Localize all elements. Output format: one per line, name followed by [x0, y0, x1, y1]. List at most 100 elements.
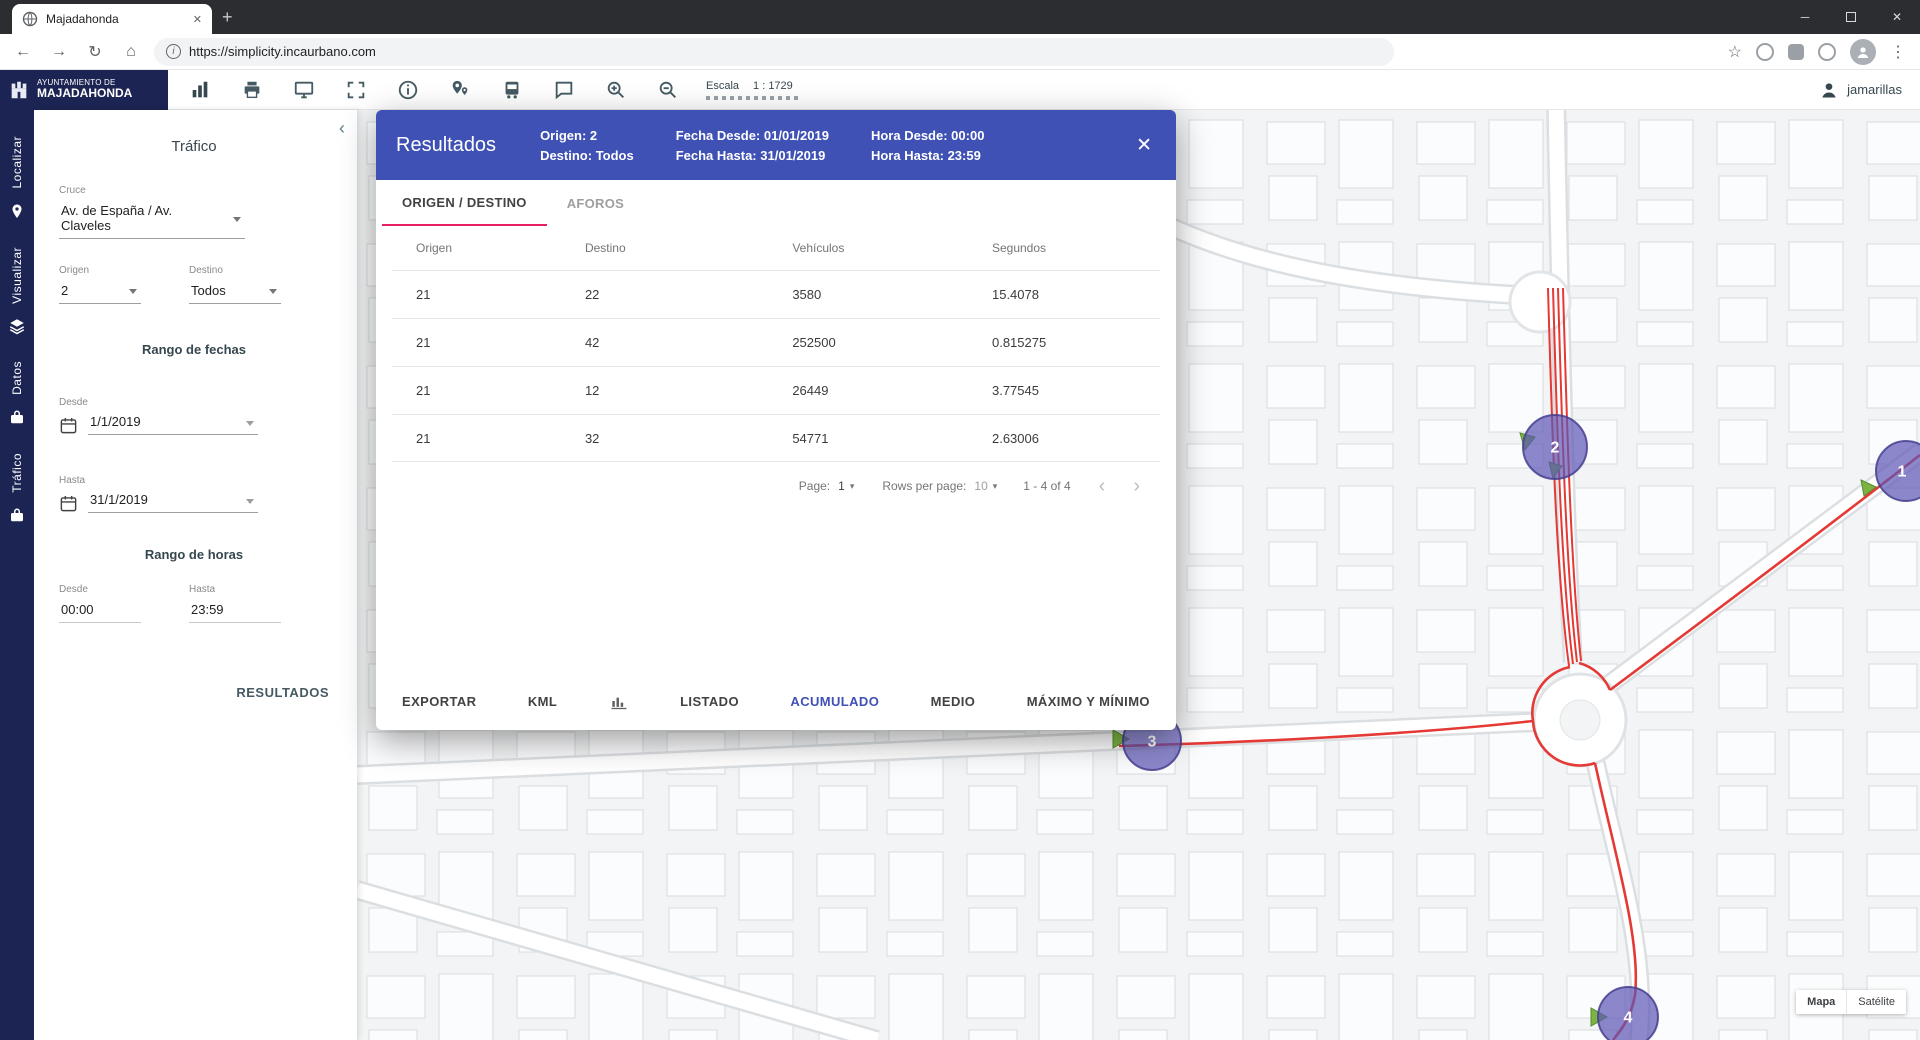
- fecha-hasta-label: Hasta: [59, 475, 329, 486]
- table-row[interactable]: 21422525000.815275: [392, 318, 1160, 366]
- map-pins-icon[interactable]: [448, 78, 472, 102]
- table-row[interactable]: 2112264493.77545: [392, 366, 1160, 414]
- toolbar: [188, 78, 680, 102]
- panel-collapse-icon[interactable]: ‹: [339, 118, 345, 139]
- scale-bar: [706, 96, 798, 100]
- browser-menu-icon[interactable]: ⋮: [1890, 42, 1906, 62]
- kml-button[interactable]: KML: [528, 694, 557, 709]
- window-maximize-button[interactable]: [1828, 0, 1874, 34]
- svg-text:2: 2: [1551, 440, 1560, 457]
- chevron-down-icon: ▾: [850, 481, 855, 492]
- user-menu[interactable]: jamarillas: [1819, 80, 1902, 100]
- origen-select[interactable]: 2: [59, 279, 141, 304]
- hora-hasta-input[interactable]: 23:59: [189, 598, 281, 623]
- rows-per-page-select[interactable]: 10 ▾: [974, 479, 997, 493]
- prev-page-icon[interactable]: ‹: [1099, 476, 1106, 496]
- fullscreen-icon[interactable]: [344, 78, 368, 102]
- extension-icon-1[interactable]: [1756, 43, 1774, 61]
- modal-actions: EXPORTAR KML LISTADO ACUMULADO MEDIO MÁX…: [376, 672, 1176, 730]
- calendar-icon[interactable]: [59, 494, 78, 513]
- scale-indicator: Escala 1 : 1729: [706, 80, 798, 100]
- exportar-button[interactable]: EXPORTAR: [402, 694, 476, 709]
- site-favicon-icon: [22, 11, 38, 27]
- hora-desde-label: Desde: [59, 584, 141, 595]
- satellite-button[interactable]: Satélite: [1847, 990, 1906, 1014]
- print-icon[interactable]: [240, 78, 264, 102]
- acumulado-button[interactable]: ACUMULADO: [790, 694, 879, 709]
- fecha-desde-label: Desde: [59, 397, 329, 408]
- table-row[interactable]: 2122358015.4078: [392, 270, 1160, 318]
- extension-icon-3[interactable]: [1818, 43, 1836, 61]
- scale-label: Escala: [706, 80, 739, 92]
- sidebar-item-visualizar[interactable]: Visualizar: [10, 247, 24, 304]
- info-icon[interactable]: [396, 78, 420, 102]
- marker-2[interactable]: 2: [1523, 415, 1587, 479]
- page-select[interactable]: 1 ▾: [838, 479, 854, 493]
- fecha-hasta-input[interactable]: 31/1/2019: [88, 489, 258, 513]
- back-icon[interactable]: ←: [10, 43, 36, 61]
- window-minimize-button[interactable]: ─: [1782, 0, 1828, 34]
- app-logo[interactable]: AYUNTAMIENTO DE MAJADAHONDA: [0, 70, 168, 110]
- next-page-icon[interactable]: ›: [1133, 476, 1140, 496]
- sidebar-item-trafico[interactable]: Tráfico: [10, 453, 24, 493]
- cruce-label: Cruce: [59, 185, 245, 196]
- main-area: Localizar Visualizar Datos Tráfico ‹ Trá…: [0, 110, 1920, 1040]
- url-input[interactable]: i https://simplicity.incaurbano.com: [154, 38, 1394, 66]
- tab-title: Majadahonda: [46, 12, 185, 26]
- page-label: Page:: [799, 479, 830, 493]
- cruce-select[interactable]: Av. de España / Av. Claveles: [59, 199, 245, 239]
- chart-view-icon[interactable]: [609, 691, 629, 711]
- layers-icon[interactable]: [8, 317, 26, 335]
- pagination: Page: 1 ▾ Rows per page: 10 ▾ 1 - 4 of 4…: [376, 476, 1176, 496]
- marker-4[interactable]: 4: [1598, 987, 1658, 1040]
- roundabout-center: [1560, 700, 1600, 740]
- resultados-button[interactable]: RESULTADOS: [59, 685, 329, 700]
- bus-icon[interactable]: [500, 78, 524, 102]
- range-text: 1 - 4 of 4: [1023, 479, 1070, 493]
- calendar-icon[interactable]: [59, 416, 78, 435]
- app-header: AYUNTAMIENTO DE MAJADAHONDA: [0, 70, 1920, 110]
- briefcase-icon[interactable]: [8, 409, 26, 427]
- new-tab-button[interactable]: +: [222, 7, 233, 28]
- pin-icon[interactable]: [8, 203, 26, 221]
- browser-tab[interactable]: Majadahonda ✕: [12, 4, 212, 34]
- chat-icon[interactable]: [552, 78, 576, 102]
- extension-icon-2[interactable]: [1788, 44, 1804, 60]
- destino-select[interactable]: Todos: [189, 279, 281, 304]
- reload-icon[interactable]: ↻: [82, 42, 108, 62]
- maximo-minimo-button[interactable]: MÁXIMO Y MÍNIMO: [1027, 694, 1150, 709]
- chart-tool-icon[interactable]: [188, 78, 212, 102]
- sidebar-item-localizar[interactable]: Localizar: [10, 136, 24, 189]
- user-name: jamarillas: [1847, 82, 1902, 97]
- zoom-out-icon[interactable]: [656, 78, 680, 102]
- map-button[interactable]: Mapa: [1796, 990, 1847, 1014]
- fechas-section-title: Rango de fechas: [59, 342, 329, 357]
- tab-close-icon[interactable]: ✕: [193, 13, 202, 26]
- trafico-panel: ‹ Tráfico Cruce Av. de España / Av. Clav…: [34, 110, 357, 1040]
- bookmark-star-icon[interactable]: ☆: [1728, 42, 1742, 62]
- crest-icon: [8, 79, 30, 101]
- svg-text:4: 4: [1624, 1010, 1633, 1027]
- zoom-in-icon[interactable]: [604, 78, 628, 102]
- tab-aforos[interactable]: AFOROS: [547, 180, 644, 226]
- site-info-icon[interactable]: i: [166, 44, 181, 59]
- forward-icon[interactable]: →: [46, 43, 72, 61]
- fecha-desde-input[interactable]: 1/1/2019: [88, 411, 258, 435]
- hora-desde-input[interactable]: 00:00: [59, 598, 141, 623]
- close-icon[interactable]: ✕: [1132, 130, 1156, 161]
- window-close-button[interactable]: ✕: [1874, 0, 1920, 34]
- modal-info: Origen: 2 Destino: Todos Fecha Desde: 01…: [540, 128, 984, 163]
- briefcase2-icon[interactable]: [8, 507, 26, 525]
- listado-button[interactable]: LISTADO: [680, 694, 739, 709]
- tab-origen-destino[interactable]: ORIGEN / DESTINO: [382, 180, 547, 226]
- table-row[interactable]: 2132547712.63006: [392, 414, 1160, 462]
- url-text: https://simplicity.incaurbano.com: [189, 44, 376, 59]
- screen-icon[interactable]: [292, 78, 316, 102]
- medio-button[interactable]: MEDIO: [931, 694, 976, 709]
- browser-profile-avatar[interactable]: [1850, 39, 1876, 65]
- sidebar-item-datos[interactable]: Datos: [10, 361, 24, 395]
- modal-tabs: ORIGEN / DESTINO AFOROS: [376, 180, 1176, 226]
- horas-section-title: Rango de horas: [59, 547, 329, 562]
- home-icon[interactable]: ⌂: [118, 43, 144, 61]
- map-type-switch: Mapa Satélite: [1796, 990, 1906, 1014]
